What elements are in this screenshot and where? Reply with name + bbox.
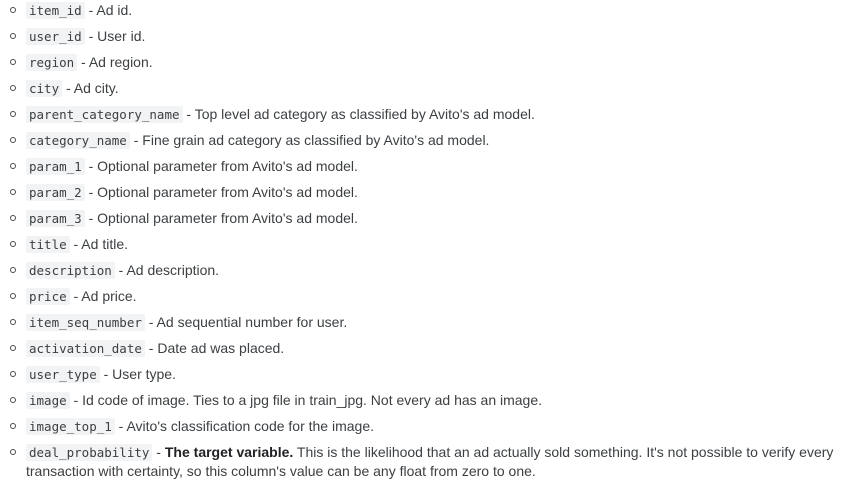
field-desc: - User id.	[84, 28, 146, 44]
field-desc: - Optional parameter from Avito's ad mod…	[84, 210, 358, 226]
bullet-icon	[10, 33, 16, 39]
bullet-icon	[10, 397, 16, 403]
field-code: region	[26, 54, 78, 71]
bullet-icon	[10, 267, 16, 273]
list-item: item_seq_number - Ad sequential number f…	[10, 312, 855, 338]
bullet-icon	[10, 7, 16, 13]
bullet-icon	[10, 215, 16, 221]
field-code: param_1	[26, 158, 85, 175]
field-desc: - Ad title.	[69, 236, 128, 252]
bullet-icon	[10, 319, 16, 325]
bullet-icon	[10, 189, 16, 195]
field-code: price	[26, 288, 70, 305]
list-item: category_name - Fine grain ad category a…	[10, 130, 855, 156]
field-desc: - Optional parameter from Avito's ad mod…	[84, 158, 358, 174]
field-code: item_id	[26, 2, 85, 19]
field-desc: - Ad city.	[62, 80, 119, 96]
target-variable-label: The target variable.	[164, 444, 294, 460]
list-item: user_id - User id.	[10, 26, 855, 52]
field-list: item_id - Ad id. user_id - User id. regi…	[0, 0, 855, 480]
field-code: deal_probability	[26, 444, 153, 461]
field-desc: - Avito's classification code for the im…	[114, 418, 375, 434]
bullet-icon	[10, 111, 16, 117]
field-code: param_2	[26, 184, 85, 201]
field-desc: - Date ad was placed.	[144, 340, 285, 356]
list-item: param_3 - Optional parameter from Avito'…	[10, 208, 855, 234]
field-desc: - User type.	[99, 366, 176, 382]
field-code: category_name	[26, 132, 130, 149]
list-item: image - Id code of image. Ties to a jpg …	[10, 390, 855, 416]
field-code: title	[26, 236, 70, 253]
field-desc: - Ad region.	[77, 54, 153, 70]
field-code: user_type	[26, 366, 100, 383]
list-item: region - Ad region.	[10, 52, 855, 78]
bullet-icon	[10, 371, 16, 377]
bullet-icon	[10, 241, 16, 247]
bullet-icon	[10, 345, 16, 351]
field-code: image	[26, 392, 70, 409]
field-code: parent_category_name	[26, 106, 183, 123]
field-desc: - Top level ad category as classified by…	[182, 106, 535, 122]
field-desc: - Ad sequential number for user.	[144, 314, 348, 330]
list-item: city - Ad city.	[10, 78, 855, 104]
field-code: param_3	[26, 210, 85, 227]
list-item: user_type - User type.	[10, 364, 855, 390]
field-desc: - Ad description.	[114, 262, 220, 278]
bullet-icon	[10, 85, 16, 91]
bullet-icon	[10, 293, 16, 299]
list-item: price - Ad price.	[10, 286, 855, 312]
field-code: activation_date	[26, 340, 145, 357]
bullet-icon	[10, 163, 16, 169]
bullet-icon	[10, 137, 16, 143]
list-item: description - Ad description.	[10, 260, 855, 286]
list-item: image_top_1 - Avito's classification cod…	[10, 416, 855, 442]
field-desc: - Id code of image. Ties to a jpg file i…	[69, 392, 543, 408]
field-code: item_seq_number	[26, 314, 145, 331]
field-code: user_id	[26, 28, 85, 45]
field-code: image_top_1	[26, 418, 115, 435]
list-item: activation_date - Date ad was placed.	[10, 338, 855, 364]
field-desc: - Ad id.	[84, 2, 133, 18]
field-desc: - Fine grain ad category as classified b…	[129, 132, 490, 148]
field-code: description	[26, 262, 115, 279]
field-desc: - Ad price.	[69, 288, 137, 304]
field-desc: - Optional parameter from Avito's ad mod…	[84, 184, 358, 200]
bullet-icon	[10, 59, 16, 65]
field-code: city	[26, 80, 63, 97]
field-dash: -	[152, 444, 165, 460]
list-item: param_1 - Optional parameter from Avito'…	[10, 156, 855, 182]
bullet-icon	[10, 449, 16, 455]
list-item: item_id - Ad id.	[10, 0, 855, 26]
list-item: param_2 - Optional parameter from Avito'…	[10, 182, 855, 208]
bullet-icon	[10, 423, 16, 429]
list-item: parent_category_name - Top level ad cate…	[10, 104, 855, 130]
list-item: title - Ad title.	[10, 234, 855, 260]
list-item-target: deal_probability - The target variable. …	[10, 442, 855, 480]
